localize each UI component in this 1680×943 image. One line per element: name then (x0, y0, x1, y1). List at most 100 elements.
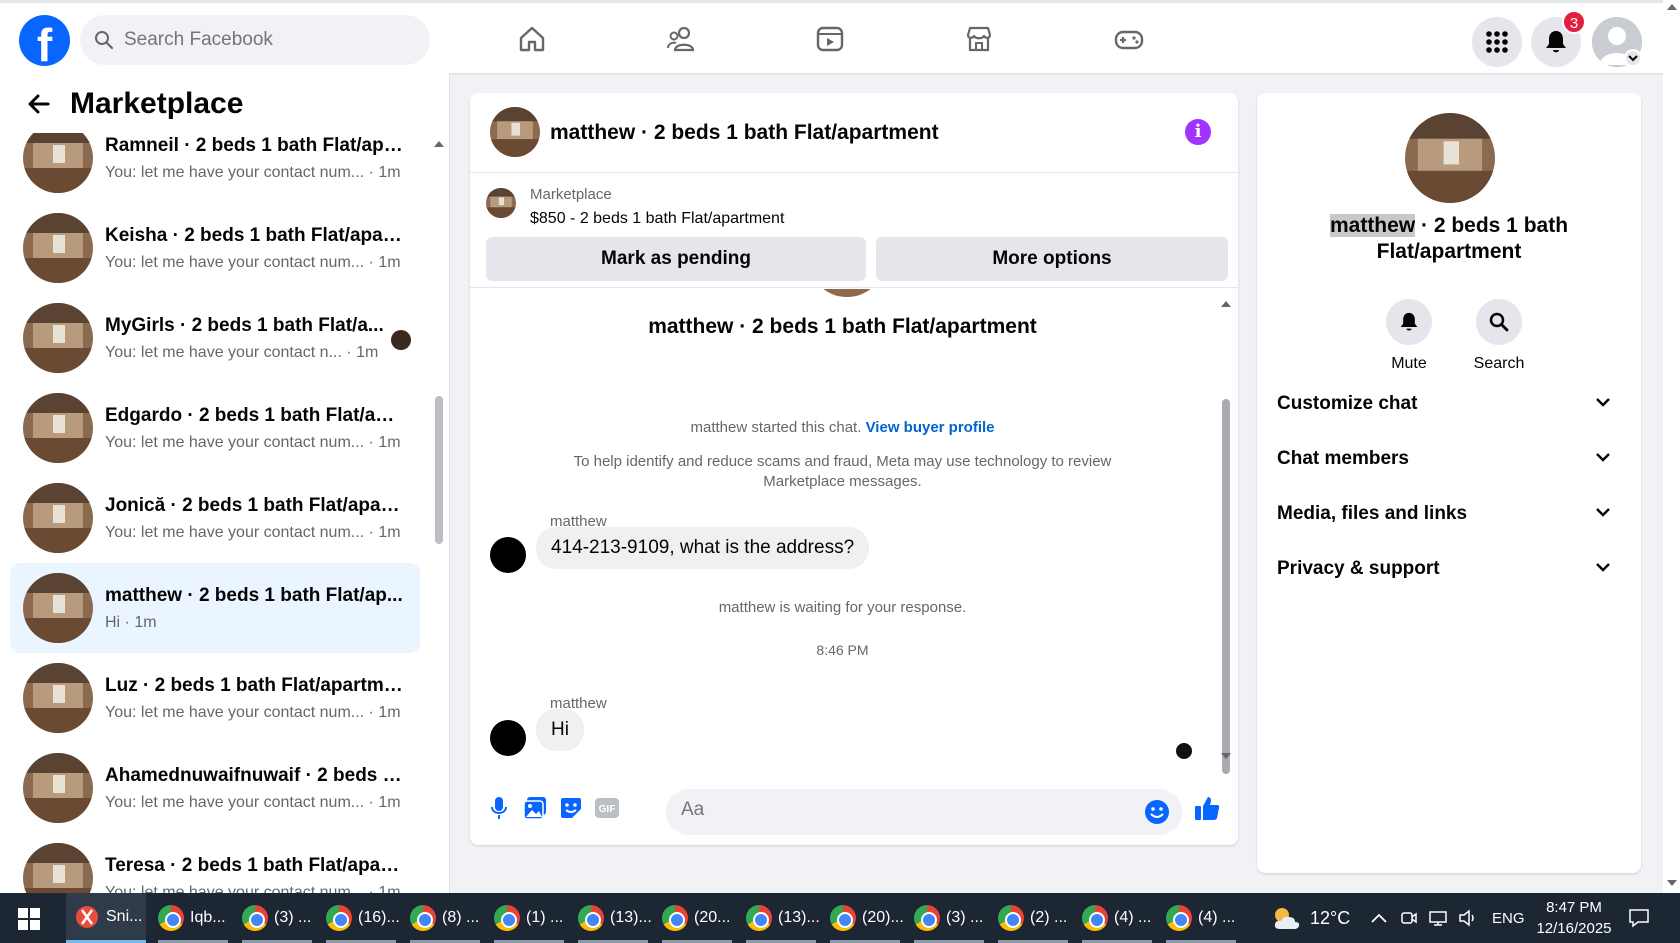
home-icon[interactable] (512, 19, 552, 59)
marketplace-icon[interactable] (959, 19, 999, 59)
customize-chat-section[interactable]: Customize chat (1277, 383, 1621, 423)
taskbar-item-chrome[interactable]: (13)... (742, 893, 820, 943)
chrome-icon (410, 905, 436, 931)
chat-started-text: matthew started this chat. (690, 419, 862, 436)
sticker-icon[interactable] (556, 793, 586, 823)
taskbar-item-chrome[interactable]: (20... (658, 893, 736, 943)
gaming-icon[interactable] (1109, 19, 1149, 59)
conversation-preview: You: let me have your contact num... · 1… (105, 884, 401, 893)
chat-scroll-thumb[interactable] (1222, 399, 1230, 774)
volume-icon[interactable] (1458, 909, 1478, 927)
chevron-down-icon (1596, 563, 1610, 572)
scroll-down-icon[interactable] (1665, 878, 1679, 888)
language-indicator[interactable]: ENG (1492, 910, 1525, 927)
conversation-item[interactable]: Ahamednuwaifnuwaif · 2 beds 1 ... You: l… (10, 743, 420, 833)
conversation-name: Luz · 2 beds 1 bath Flat/apartment (105, 675, 405, 696)
svg-text:GIF: GIF (599, 804, 616, 815)
mark-as-pending-button[interactable]: Mark as pending (486, 237, 866, 281)
sender-avatar[interactable] (490, 720, 526, 756)
conversation-item-active[interactable]: matthew · 2 beds 1 bath Flat/ap... Hi · … (10, 563, 420, 653)
conversation-item[interactable]: MyGirls · 2 beds 1 bath Flat/a... You: l… (10, 293, 420, 383)
windows-start-icon[interactable] (18, 908, 40, 935)
mute-action[interactable]: Mute (1369, 299, 1449, 373)
conversation-item[interactable]: Keisha · 2 beds 1 bath Flat/apart... You… (10, 203, 420, 293)
page-scrollbar[interactable] (1663, 0, 1680, 893)
photo-icon[interactable] (520, 793, 550, 823)
chat-scrollbar[interactable] (1219, 299, 1233, 774)
message-bubble[interactable]: Hi (536, 709, 584, 751)
listing-thumbnail (23, 753, 93, 823)
message-bubble[interactable]: 414-213-9109, what is the address? (536, 527, 870, 569)
emoji-icon[interactable] (1144, 799, 1170, 825)
sidebar-scrollbar[interactable] (433, 133, 445, 893)
chevron-down-icon[interactable] (1624, 49, 1642, 67)
taskbar-item-chrome[interactable]: (3) ... (910, 893, 988, 943)
taskbar-item-chrome[interactable]: (1) ... (490, 893, 568, 943)
chevron-up-icon[interactable] (1370, 912, 1388, 924)
scroll-down-icon[interactable] (1219, 751, 1233, 761)
conversation-item[interactable]: Edgardo · 2 beds 1 bath Flat/apa... You:… (10, 383, 420, 473)
section-label: Chat members (1277, 448, 1409, 469)
taskbar-item-chrome[interactable]: (2) ... (994, 893, 1072, 943)
menu-grid-button[interactable] (1472, 17, 1522, 67)
sidebar-scroll-thumb[interactable] (435, 396, 443, 544)
details-title: matthew · 2 beds 1 bath Flat/apartment (1277, 213, 1621, 265)
message-input-box[interactable] (666, 789, 1182, 835)
sender-avatar[interactable] (490, 537, 526, 573)
privacy-support-section[interactable]: Privacy & support (1277, 548, 1621, 588)
listing-thumbnail[interactable] (486, 188, 516, 218)
bell-icon (1400, 312, 1418, 331)
chat-panel: matthew · 2 beds 1 bath Flat/apartment i… (470, 93, 1238, 845)
conversation-item[interactable]: Teresa · 2 beds 1 bath Flat/apart... You… (10, 833, 420, 893)
notification-center-icon[interactable] (1628, 893, 1650, 943)
chrome-icon (494, 905, 520, 931)
listing-thumbnail (23, 843, 93, 893)
info-icon[interactable]: i (1185, 119, 1211, 145)
listing-thumbnail[interactable] (490, 107, 540, 157)
scroll-up-icon[interactable] (1219, 299, 1233, 309)
taskbar-item-chrome[interactable]: (16)... (322, 893, 400, 943)
taskbar-item-snipping-tool[interactable]: Sni... (66, 893, 146, 943)
chat-members-section[interactable]: Chat members (1277, 438, 1621, 478)
message-input[interactable] (681, 799, 1121, 821)
conversation-preview: You: let me have your contact num... · 1… (105, 164, 401, 181)
taskbar-item-chrome[interactable]: (4) ... (1078, 893, 1156, 943)
listing-photo[interactable] (1405, 113, 1495, 203)
network-icon[interactable] (1428, 909, 1448, 927)
taskbar-item-chrome[interactable]: (20)... (826, 893, 904, 943)
thumbs-up-icon[interactable] (1192, 793, 1222, 823)
gif-icon[interactable]: GIF (592, 793, 622, 823)
scroll-up-icon[interactable] (1665, 2, 1679, 12)
taskbar-item-chrome[interactable]: (13)... (574, 893, 652, 943)
taskbar-item-chrome[interactable]: (8) ... (406, 893, 484, 943)
search-facebook-box[interactable] (80, 15, 430, 65)
chrome-icon (158, 905, 184, 931)
notifications-button[interactable]: 3 (1531, 10, 1586, 67)
meet-now-icon[interactable] (1400, 909, 1418, 927)
taskbar-item-label: (4) ... (1198, 909, 1236, 926)
listing-price-title[interactable]: $850 - 2 beds 1 bath Flat/apartment (530, 210, 784, 228)
taskbar-item-chrome[interactable]: (4) ... (1162, 893, 1240, 943)
weather-widget[interactable]: 12°C (1270, 893, 1350, 943)
conversation-item[interactable]: Jonică · 2 beds 1 bath Flat/apart... You… (10, 473, 420, 563)
listing-thumbnail (23, 123, 93, 193)
sidebar-header: Marketplace (0, 73, 440, 133)
clock[interactable]: 8:47 PM 12/16/2025 (1534, 893, 1614, 943)
friends-icon[interactable] (661, 19, 701, 59)
facebook-logo[interactable]: f (19, 15, 70, 66)
search-input[interactable] (124, 29, 394, 51)
search-action[interactable]: Search (1459, 299, 1539, 373)
video-icon[interactable] (810, 19, 850, 59)
conversation-item[interactable]: Luz · 2 beds 1 bath Flat/apartment You: … (10, 653, 420, 743)
taskbar-item-chrome[interactable]: (3) ... (238, 893, 316, 943)
microphone-icon[interactable] (484, 793, 514, 823)
taskbar-item-chrome[interactable]: Iqb... (154, 893, 232, 943)
back-arrow-icon[interactable] (26, 91, 52, 122)
search-icon (1489, 312, 1509, 332)
more-options-button[interactable]: More options (876, 237, 1228, 281)
media-files-links-section[interactable]: Media, files and links (1277, 493, 1621, 533)
taskbar-item-label: (20)... (862, 909, 904, 926)
chat-title[interactable]: matthew · 2 beds 1 bath Flat/apartment (550, 121, 939, 145)
view-buyer-profile-link[interactable]: View buyer profile (866, 419, 995, 436)
scroll-up-icon[interactable] (433, 139, 445, 149)
